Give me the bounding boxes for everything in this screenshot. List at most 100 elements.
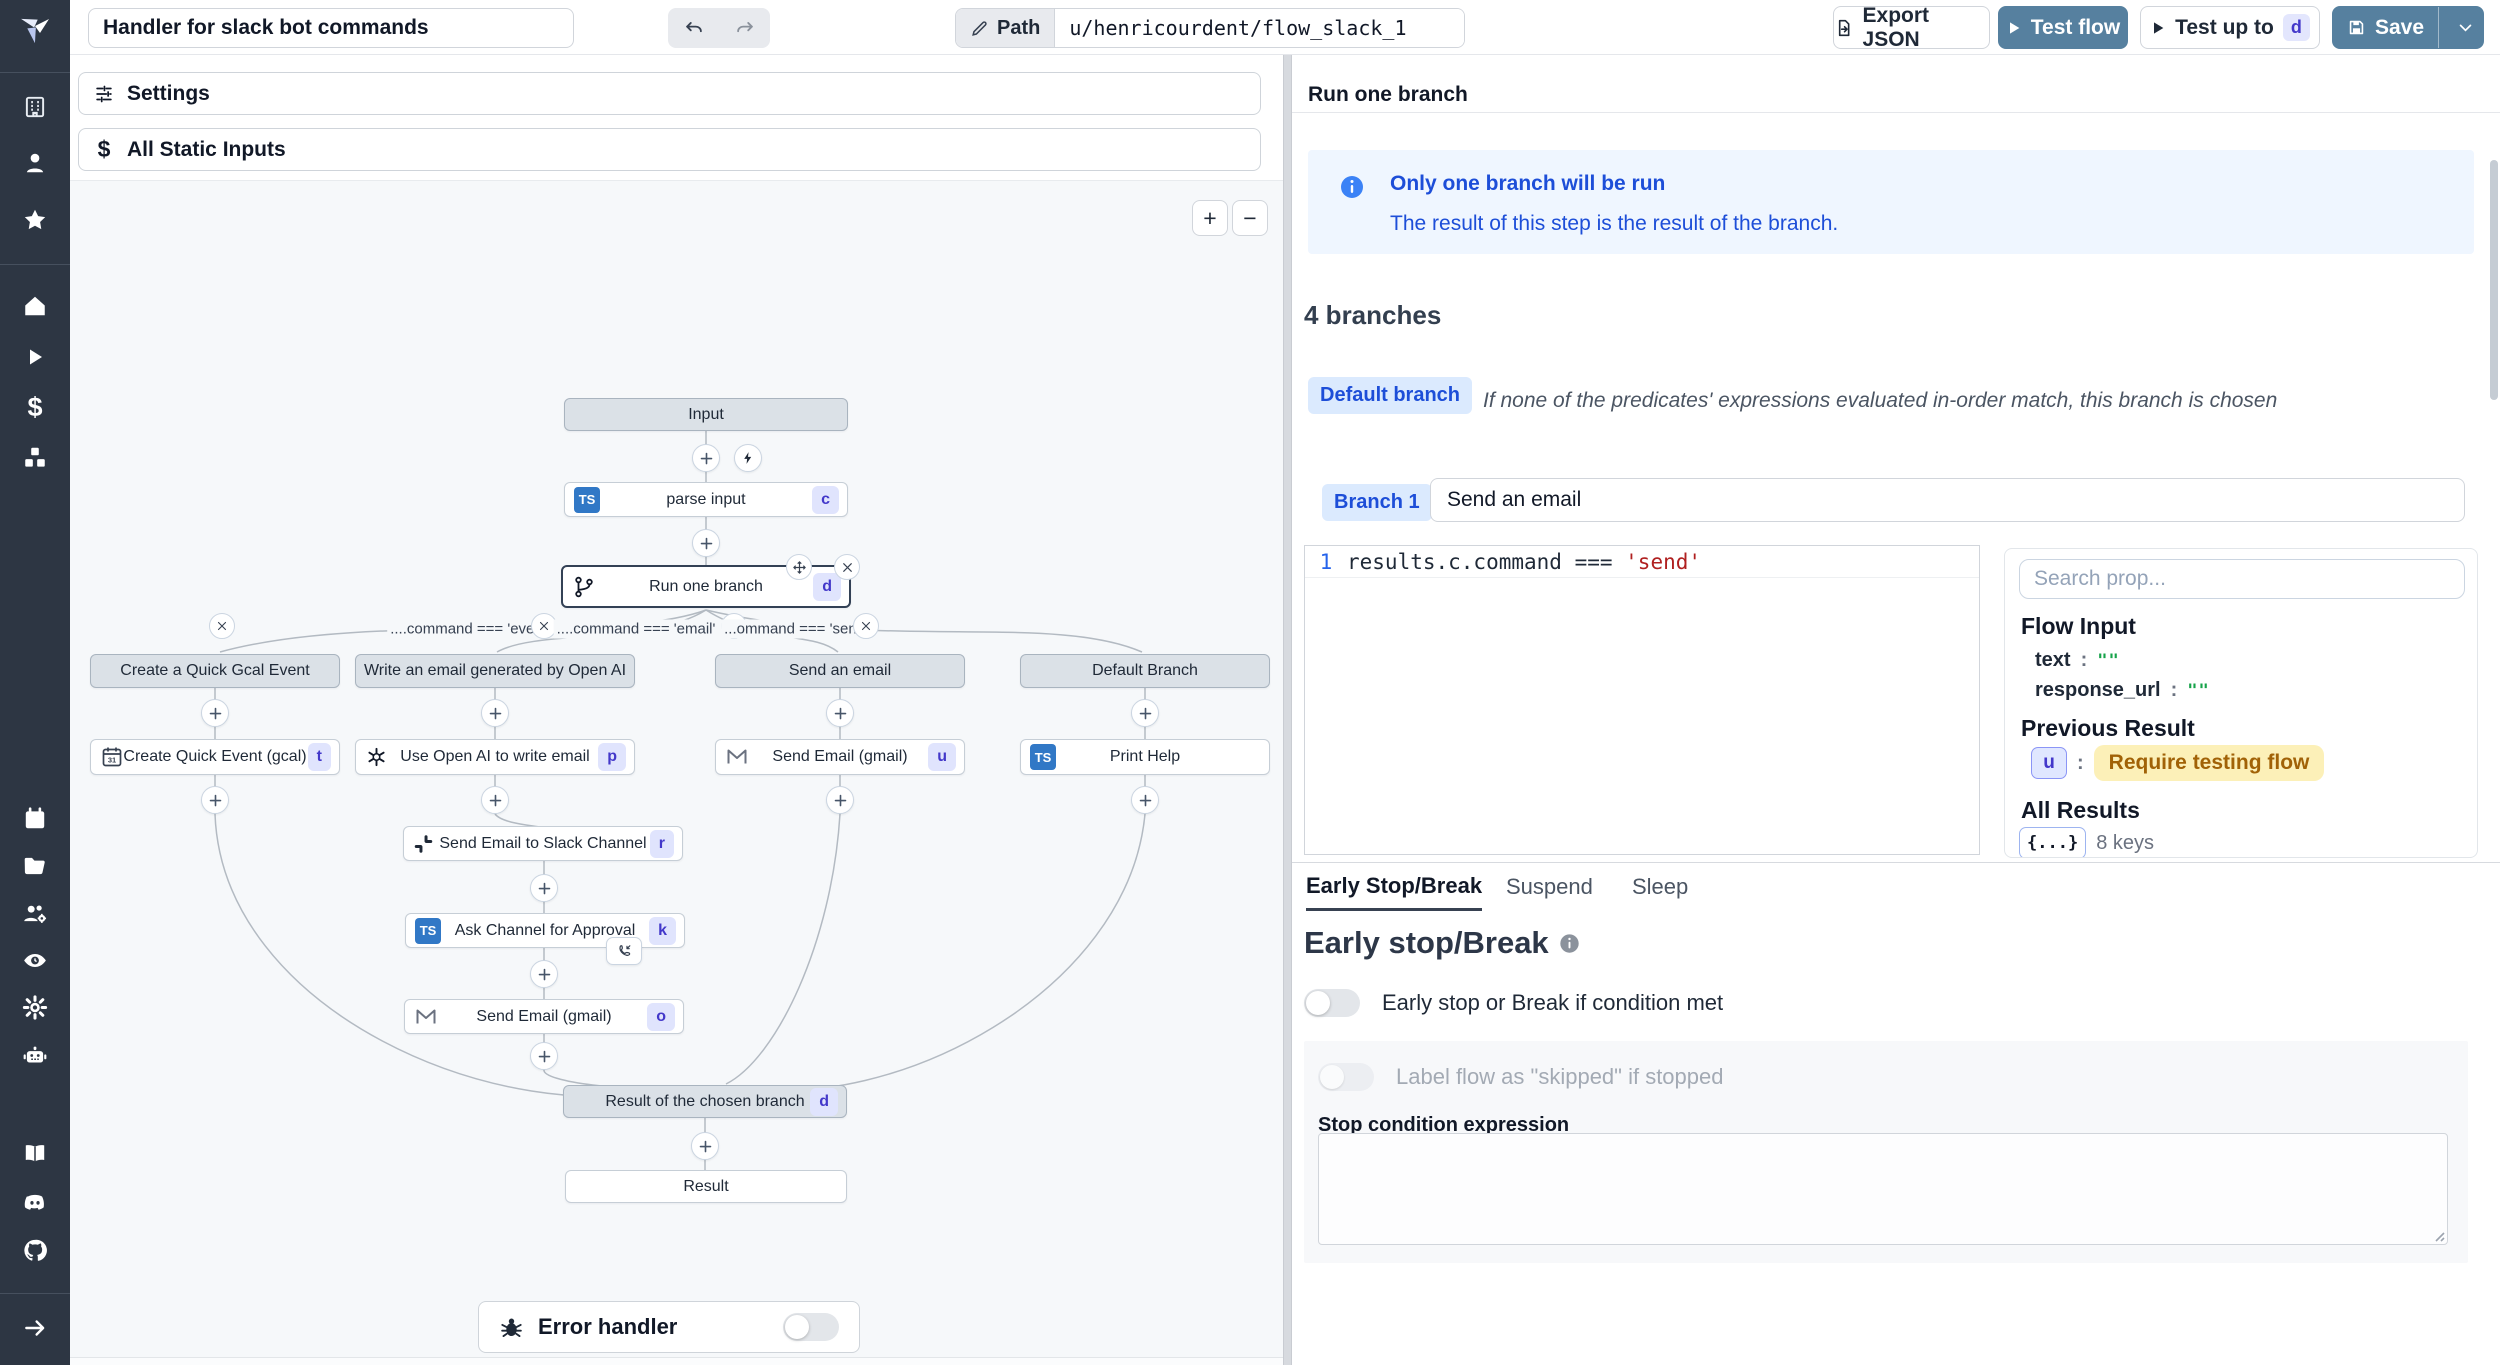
save-dropdown-button[interactable] xyxy=(2448,7,2483,48)
save-button[interactable]: Save xyxy=(2333,7,2439,48)
plus-icon xyxy=(699,451,714,466)
export-json-button[interactable]: Export JSON xyxy=(1833,6,1990,49)
plus-icon xyxy=(833,793,848,808)
add-step-button[interactable] xyxy=(1131,699,1159,727)
branch-header-node[interactable]: Send an email xyxy=(715,654,965,688)
runs-play-icon[interactable] xyxy=(22,344,48,370)
all-results-row[interactable]: {...} 8 keys xyxy=(2019,827,2154,858)
audit-eye-icon[interactable] xyxy=(22,947,48,973)
stop-condition-panel: Label flow as "skipped" if stopped Stop … xyxy=(1304,1041,2468,1263)
add-step-button[interactable] xyxy=(530,1042,558,1070)
undo-redo-group xyxy=(668,8,770,48)
folders-icon[interactable] xyxy=(22,853,48,879)
code-line: 1 results.c.command === 'send' xyxy=(1305,546,1979,578)
prop-row[interactable]: response_url : "" xyxy=(2035,679,2210,702)
slack-step-node[interactable]: Send Email to Slack Channel r xyxy=(403,826,683,861)
panel-resize-handle[interactable] xyxy=(1283,55,1292,1365)
add-step-button[interactable] xyxy=(530,960,558,988)
plus-icon xyxy=(208,793,223,808)
prop-row[interactable]: text : "" xyxy=(2035,649,2120,672)
add-step-button[interactable] xyxy=(692,444,720,472)
zoom-out-button[interactable]: − xyxy=(1232,200,1268,236)
settings-button[interactable]: Settings xyxy=(78,72,1261,115)
collapse-arrow-icon[interactable] xyxy=(22,1315,48,1341)
branch-header-node[interactable]: Default Branch xyxy=(1020,654,1270,688)
input-node[interactable]: Input xyxy=(564,398,848,431)
move-node-button[interactable] xyxy=(786,554,812,580)
search-prop-input[interactable] xyxy=(2019,559,2465,599)
delete-branch-button[interactable] xyxy=(853,613,879,639)
openai-step-node[interactable]: Use Open AI to write email p xyxy=(355,739,635,775)
star-icon[interactable] xyxy=(22,207,48,233)
add-step-button[interactable] xyxy=(201,699,229,727)
label-skipped-toggle[interactable] xyxy=(1318,1063,1374,1091)
object-keys-badge[interactable]: {...} xyxy=(2019,827,2086,858)
resize-handle-icon[interactable] xyxy=(2432,1229,2446,1243)
add-step-button[interactable] xyxy=(1131,786,1159,814)
test-flow-button[interactable]: Test flow xyxy=(1998,6,2128,49)
groups-users-gear-icon[interactable] xyxy=(22,900,48,926)
branch-predicate-label[interactable]: ...ommand === 'send' xyxy=(721,620,871,639)
tab-early-stop-break[interactable]: Early Stop/Break xyxy=(1306,863,1482,911)
early-stop-toggle[interactable] xyxy=(1304,989,1360,1017)
redo-button[interactable] xyxy=(725,12,765,44)
path-input[interactable] xyxy=(1055,9,1464,47)
print-help-step-node[interactable]: TS Print Help xyxy=(1020,739,1270,775)
predicate-code-editor[interactable]: 1 results.c.command === 'send' xyxy=(1304,545,1980,855)
zoom-in-button[interactable]: + xyxy=(1192,200,1228,236)
branch-header-node[interactable]: Write an email generated by Open AI xyxy=(355,654,635,688)
delete-node-button[interactable] xyxy=(834,554,860,580)
building-icon[interactable] xyxy=(22,94,48,120)
delete-branch-button[interactable] xyxy=(209,613,235,639)
add-step-button[interactable] xyxy=(692,529,720,557)
flow-title-input[interactable] xyxy=(88,8,574,48)
discord-icon[interactable] xyxy=(22,1189,48,1215)
result-node[interactable]: Result xyxy=(565,1170,847,1203)
settings-gear-icon[interactable] xyxy=(22,994,48,1020)
test-up-to-step-badge: d xyxy=(2283,14,2310,41)
add-step-button[interactable] xyxy=(530,874,558,902)
branch-header-node[interactable]: Create a Quick Gcal Event xyxy=(90,654,340,688)
add-step-button[interactable] xyxy=(481,699,509,727)
step-ref-badge[interactable]: u xyxy=(2031,747,2067,779)
tab-suspend[interactable]: Suspend xyxy=(1506,863,1593,911)
branch-predicate-label[interactable]: ....command === 'event' xyxy=(387,620,553,639)
schedules-calendar-icon[interactable] xyxy=(22,806,48,832)
windmill-logo-icon[interactable] xyxy=(17,10,53,44)
flow-canvas[interactable]: + − Input TS parse input c Run one branc… xyxy=(70,180,1283,1365)
variables-dollar-icon[interactable]: $ xyxy=(22,394,48,420)
panel-scrollbar[interactable] xyxy=(2490,160,2498,400)
gcal-step-node[interactable]: 31 Create Quick Event (gcal) t xyxy=(90,739,340,775)
add-step-button[interactable] xyxy=(481,786,509,814)
gmail2-step-node[interactable]: Send Email (gmail) o xyxy=(404,999,684,1034)
branch-result-node[interactable]: Result of the chosen branch d xyxy=(563,1085,847,1118)
result-label: Result xyxy=(683,1178,728,1196)
github-icon[interactable] xyxy=(22,1237,48,1263)
error-handler-toggle[interactable] xyxy=(783,1313,839,1341)
all-static-inputs-button[interactable]: $ All Static Inputs xyxy=(78,128,1261,171)
undo-button[interactable] xyxy=(674,12,714,44)
resources-cubes-icon[interactable] xyxy=(22,445,48,471)
add-step-button[interactable] xyxy=(201,786,229,814)
parse-input-node[interactable]: TS parse input c xyxy=(564,482,848,517)
add-step-button[interactable] xyxy=(826,786,854,814)
step-id-badge: t xyxy=(308,743,331,771)
stop-condition-textarea[interactable] xyxy=(1318,1133,2448,1245)
divider xyxy=(1292,112,2500,113)
person-icon[interactable] xyxy=(22,150,48,176)
approval-step-node[interactable]: TS Ask Channel for Approval k xyxy=(405,913,685,948)
branch-predicate-label[interactable]: ....command === 'email' xyxy=(554,620,719,639)
test-up-to-button[interactable]: Test up to d xyxy=(2140,6,2320,49)
previous-result-row[interactable]: u : Require testing flow xyxy=(2031,745,2324,781)
docs-book-icon[interactable] xyxy=(22,1140,48,1166)
gmail-step-node[interactable]: Send Email (gmail) u xyxy=(715,739,965,775)
add-step-button[interactable] xyxy=(826,699,854,727)
add-step-button[interactable] xyxy=(691,1132,719,1160)
code-expression: results.c.command === 'send' xyxy=(1347,550,1701,574)
trigger-button[interactable] xyxy=(734,444,762,472)
error-handler-bar[interactable]: Error handler xyxy=(478,1301,860,1353)
tab-sleep[interactable]: Sleep xyxy=(1632,863,1688,911)
branch1-summary-input[interactable] xyxy=(1430,478,2465,522)
home-icon[interactable] xyxy=(22,293,48,319)
workers-robot-icon[interactable] xyxy=(22,1042,48,1068)
